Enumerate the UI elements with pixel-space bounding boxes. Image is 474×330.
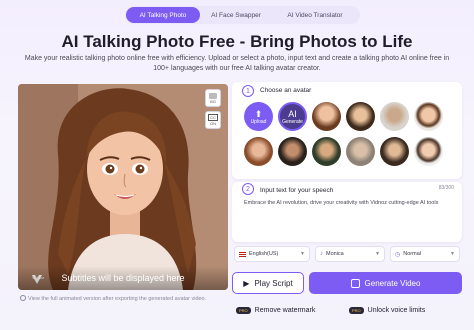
subtitle-toggle-button[interactable]: CC ON xyxy=(205,111,221,129)
cc-icon: CC xyxy=(208,114,218,121)
chevron-down-icon: ▼ xyxy=(300,251,305,257)
export-note: View the full animated version after exp… xyxy=(20,295,206,302)
step-1-number: 1 xyxy=(242,85,254,97)
photo-preview: BG CC ON Vidnoz Subtitles will be displa… xyxy=(18,84,228,290)
avatar-option[interactable] xyxy=(346,102,375,131)
voice-icon: ♪ xyxy=(320,251,323,257)
tab-ai-talking-photo[interactable]: AI Talking Photo xyxy=(126,7,200,23)
avatar-option[interactable] xyxy=(380,102,409,131)
ai-icon: AI xyxy=(288,108,297,119)
play-script-label: Play Script xyxy=(254,278,293,288)
speed-icon: ◷ xyxy=(395,251,401,258)
upload-icon: ⬆ xyxy=(254,108,263,119)
speed-select[interactable]: ◷ Normal ▼ xyxy=(390,246,460,262)
generate-video-button[interactable]: Generate Video xyxy=(309,272,462,294)
avatar-option[interactable] xyxy=(312,137,341,166)
speech-text-label: Input text for your speech xyxy=(260,187,334,194)
avatar-option[interactable] xyxy=(312,102,341,131)
us-flag-icon xyxy=(239,251,246,257)
background-label: BG xyxy=(210,98,216,104)
avatar-option[interactable] xyxy=(380,137,409,166)
chevron-down-icon: ▼ xyxy=(375,251,380,257)
avatar-option[interactable] xyxy=(278,137,307,166)
subtitle-caption: Subtitles will be displayed here xyxy=(18,266,228,290)
play-script-button[interactable]: ▶ Play Script xyxy=(232,272,304,294)
choose-avatar-card: 1 Choose an avatar ⬆ Upload AI Generate xyxy=(232,82,462,179)
speech-text-card: 2 Input text for your speech 83/300 Embr… xyxy=(232,182,462,242)
ai-generate-avatar-button[interactable]: AI Generate xyxy=(278,102,307,131)
avatar-option[interactable] xyxy=(244,137,273,166)
background-toggle-button[interactable]: BG xyxy=(205,89,221,107)
language-select[interactable]: English(US) ▼ xyxy=(234,246,310,262)
chevron-down-icon: ▼ xyxy=(450,251,455,257)
avatar-option[interactable] xyxy=(414,102,443,131)
step-2-number: 2 xyxy=(242,183,254,195)
feature-tabs: AI Talking Photo AI Face Swapper AI Vide… xyxy=(125,6,360,24)
generate-video-label: Generate Video xyxy=(364,278,421,288)
avatar-portrait-image xyxy=(18,84,228,290)
upload-avatar-button[interactable]: ⬆ Upload xyxy=(244,102,273,131)
character-counter: 83/300 xyxy=(438,185,454,191)
language-value: English(US) xyxy=(249,251,279,257)
unlock-voice-limits-button[interactable]: PRO Unlock voice limits xyxy=(349,302,425,318)
unlock-voice-label: Unlock voice limits xyxy=(367,306,426,314)
page-subtitle: Make your realistic talking photo online… xyxy=(24,55,450,72)
speech-text-input[interactable]: Embrace the AI revolution, drive your cr… xyxy=(244,199,450,207)
play-icon: ▶ xyxy=(243,278,250,288)
export-note-text: View the full animated version after exp… xyxy=(28,296,207,302)
speed-value: Normal xyxy=(403,251,421,257)
info-icon xyxy=(20,295,26,301)
avatar-option[interactable] xyxy=(346,137,375,166)
upload-label: Upload xyxy=(250,118,267,125)
tab-ai-video-translator[interactable]: AI Video Translator xyxy=(272,7,358,23)
avatar-option[interactable] xyxy=(414,137,443,166)
generate-label: Generate xyxy=(282,118,303,125)
pro-badge: PRO xyxy=(349,306,364,314)
pro-badge: PRO xyxy=(236,306,251,314)
remove-watermark-label: Remove watermark xyxy=(254,306,316,314)
cc-state-label: ON xyxy=(210,121,216,126)
choose-avatar-label: Choose an avatar xyxy=(260,87,312,94)
page-title: AI Talking Photo Free - Bring Photos to … xyxy=(61,32,413,51)
remove-watermark-button[interactable]: PRO Remove watermark xyxy=(236,302,315,318)
voice-select[interactable]: ♪ Monica ▼ xyxy=(315,246,385,262)
voice-value: Monica xyxy=(326,251,344,257)
generate-icon xyxy=(350,278,360,288)
tab-ai-face-swapper[interactable]: AI Face Swapper xyxy=(200,7,272,23)
